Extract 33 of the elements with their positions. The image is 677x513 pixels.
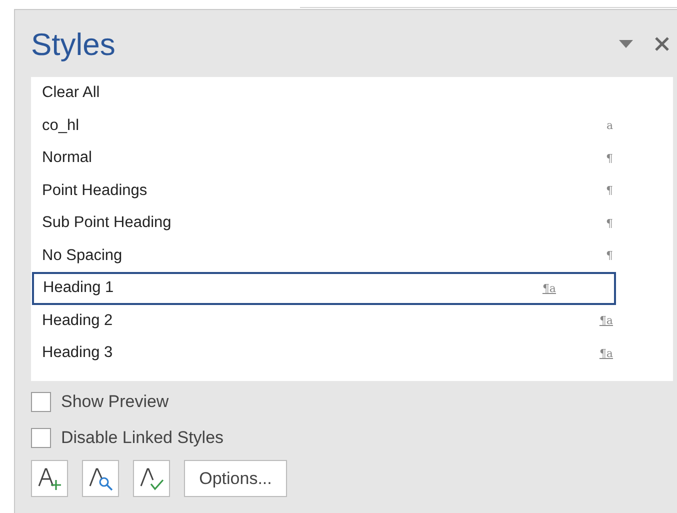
dropdown-icon[interactable] bbox=[619, 40, 633, 48]
style-item[interactable]: Point Headings ¶ bbox=[31, 174, 673, 207]
style-type-mark: ¶a bbox=[599, 314, 613, 328]
manage-styles-button[interactable] bbox=[133, 460, 170, 497]
style-type-mark: ¶ bbox=[606, 184, 613, 198]
checkbox-label: Show Preview bbox=[61, 392, 169, 412]
style-type-mark: ¶a bbox=[599, 346, 613, 360]
style-inspector-button[interactable] bbox=[82, 460, 119, 497]
letter-a-magnifier-icon bbox=[88, 466, 112, 490]
pane-title: Styles bbox=[31, 26, 116, 62]
style-type-mark: ¶ bbox=[606, 152, 613, 165]
style-type-mark: ¶ bbox=[606, 249, 613, 262]
options-button[interactable]: Options... bbox=[184, 460, 287, 497]
style-type-mark: ¶a bbox=[542, 282, 556, 295]
style-item[interactable]: Heading 3 ¶a bbox=[31, 337, 673, 370]
style-item[interactable]: Heading 1 ¶a bbox=[32, 272, 616, 304]
style-item[interactable]: co_hl a bbox=[31, 110, 673, 142]
checkbox-option[interactable]: Disable Linked Styles bbox=[31, 420, 677, 456]
checkbox[interactable] bbox=[31, 428, 51, 448]
style-type-mark: a bbox=[606, 119, 613, 132]
style-item[interactable]: No Spacing ¶ bbox=[31, 240, 673, 272]
style-item[interactable]: Heading 2 ¶a bbox=[31, 304, 673, 337]
letter-a-checkmark-icon bbox=[140, 466, 164, 490]
checkbox-label: Disable Linked Styles bbox=[61, 428, 224, 448]
new-style-button[interactable] bbox=[31, 460, 68, 497]
letter-a-plus-icon bbox=[38, 466, 62, 490]
style-item[interactable]: Clear All bbox=[31, 77, 673, 110]
style-item[interactable]: Sub Point Heading ¶ bbox=[31, 207, 673, 240]
style-type-mark: ¶ bbox=[606, 216, 613, 230]
checkbox-option[interactable]: Show Preview bbox=[31, 384, 677, 420]
close-icon[interactable] bbox=[655, 36, 669, 50]
style-item[interactable]: Normal ¶ bbox=[31, 142, 673, 174]
checkbox[interactable] bbox=[31, 392, 51, 412]
